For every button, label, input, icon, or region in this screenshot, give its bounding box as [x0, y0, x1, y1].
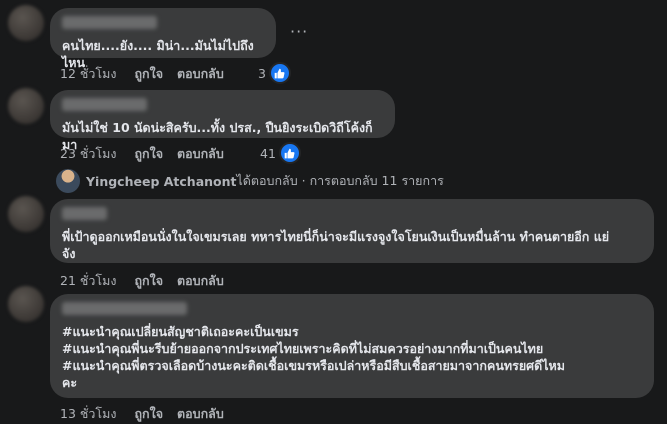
timestamp[interactable]: 13 ชั่วโมง	[60, 404, 116, 424]
comment-bubble: #แนะนำคุณเปลี่ยนสัญชาติเถอะคะเป็นเขมร #แ…	[50, 294, 654, 398]
avatar[interactable]	[8, 286, 44, 322]
reply-button[interactable]: ตอบกลับ	[177, 64, 224, 84]
avatar[interactable]	[8, 196, 44, 232]
blurred-author-name[interactable]	[62, 302, 187, 315]
reaction-number: 41	[260, 145, 276, 161]
comment-bubble: มันไม่ใช่ 10 นัดน่ะสิครับ...ทั้ง ปรส., ป…	[50, 90, 395, 152]
view-replies-link[interactable]: Yingcheep Atchanont ได้ตอบกลับ · การตอบก…	[56, 169, 444, 193]
blurred-author-name[interactable]	[62, 207, 107, 220]
more-options-icon[interactable]: ···	[290, 22, 308, 41]
thumbs-up-icon	[268, 62, 291, 84]
comment-text: พี่เป้าดูออกเหมือนนั่งในใจเขมรเลย ทหารไท…	[62, 229, 610, 261]
timestamp[interactable]: 21 ชั่วโมง	[60, 271, 116, 291]
reply-summary-text: ได้ตอบกลับ · การตอบกลับ 11 รายการ	[236, 173, 444, 188]
comment-actions: 21 ชั่วโมง ถูกใจ ตอบกลับ	[60, 271, 224, 291]
blurred-author-name[interactable]	[62, 16, 157, 29]
reply-button[interactable]: ตอบกลับ	[177, 271, 224, 291]
avatar[interactable]	[8, 88, 44, 124]
like-button[interactable]: ถูกใจ	[134, 271, 163, 291]
comment-actions: 12 ชั่วโมง ถูกใจ ตอบกลับ	[60, 64, 224, 84]
avatar[interactable]	[8, 5, 44, 41]
reply-button[interactable]: ตอบกลับ	[177, 404, 224, 424]
reply-button[interactable]: ตอบกลับ	[177, 144, 224, 164]
timestamp[interactable]: 23 ชั่วโมง	[60, 144, 116, 164]
reaction-count[interactable]: 3	[258, 62, 291, 84]
comment-actions: 13 ชั่วโมง ถูกใจ ตอบกลับ	[60, 404, 224, 424]
reaction-number: 3	[258, 65, 266, 81]
thumbs-up-icon	[278, 142, 301, 164]
like-button[interactable]: ถูกใจ	[134, 144, 163, 164]
like-button[interactable]: ถูกใจ	[134, 64, 163, 84]
comment-text: #แนะนำคุณเปลี่ยนสัญชาติเถอะคะเป็นเขมร #แ…	[62, 324, 565, 390]
comment-actions: 23 ชั่วโมง ถูกใจ ตอบกลับ	[60, 144, 224, 164]
like-button[interactable]: ถูกใจ	[134, 404, 163, 424]
comment-bubble: พี่เป้าดูออกเหมือนนั่งในใจเขมรเลย ทหารไท…	[50, 199, 654, 263]
timestamp[interactable]: 12 ชั่วโมง	[60, 64, 116, 84]
reply-author-name: Yingcheep Atchanont	[86, 173, 237, 189]
blurred-author-name[interactable]	[62, 98, 147, 111]
comment-bubble: คนไทย....ยัง.... มิน่า...มันไม่ไปถึงไหน	[50, 8, 276, 70]
reaction-count[interactable]: 41	[260, 142, 301, 164]
reply-author-avatar	[56, 169, 80, 193]
